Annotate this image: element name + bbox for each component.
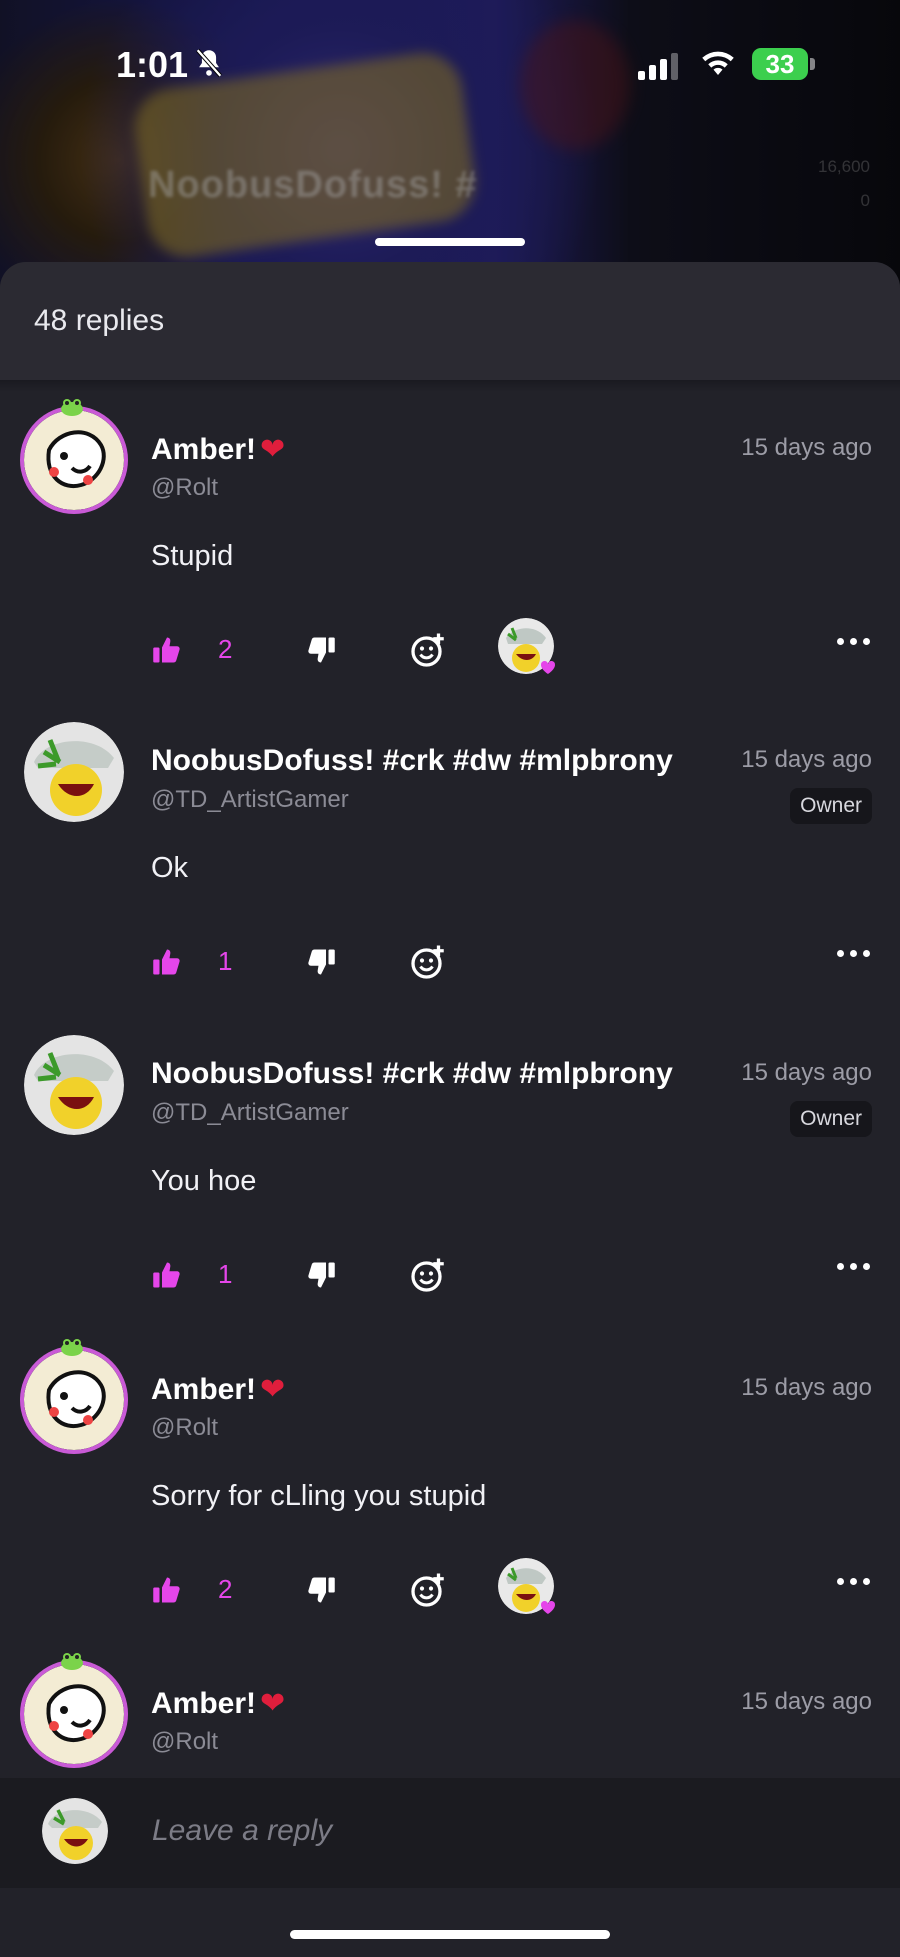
- add-reaction-icon[interactable]: [410, 1572, 446, 1608]
- more-icon[interactable]: [837, 1578, 870, 1585]
- avatar[interactable]: [24, 1350, 124, 1450]
- signal-icon: [638, 50, 678, 80]
- reply-date: 15 days ago: [741, 434, 872, 461]
- thumbs-up-icon[interactable]: [152, 636, 182, 664]
- author-handle[interactable]: @Rolt: [151, 1414, 218, 1442]
- reply-item: Amber! ❤ @Rolt 15 days ago Sorry for cLli…: [0, 1339, 900, 1650]
- bell-slash-icon: [196, 48, 222, 78]
- author-handle[interactable]: @Rolt: [151, 1728, 218, 1756]
- avatar[interactable]: [24, 1035, 124, 1135]
- frog-badge-icon: [61, 399, 83, 416]
- heart-icon: [540, 1600, 556, 1614]
- reply-actions: 2: [0, 618, 900, 684]
- add-reaction-icon[interactable]: [410, 944, 446, 980]
- reaction-avatar[interactable]: [498, 618, 558, 678]
- sheet-grabber[interactable]: [375, 238, 525, 246]
- heart-icon: ❤: [260, 1373, 286, 1406]
- wifi-icon: [702, 51, 734, 75]
- more-icon[interactable]: [837, 638, 870, 645]
- like-count: 1: [218, 1259, 233, 1289]
- author-handle[interactable]: @Rolt: [151, 474, 218, 502]
- author-name[interactable]: NoobusDofuss! #crk #dw #mlpbrony: [151, 1057, 673, 1091]
- reply-actions: 1: [0, 936, 900, 996]
- reply-text: Sorry for cLling you stupid: [151, 1480, 487, 1512]
- author-name[interactable]: Amber! ❤: [151, 1686, 285, 1721]
- reply-composer: Leave a reply: [0, 1778, 900, 1888]
- reply-date: 15 days ago: [741, 1059, 872, 1086]
- reaction-avatar[interactable]: [498, 1558, 558, 1618]
- like-count: 2: [218, 1574, 233, 1604]
- reply-input[interactable]: Leave a reply: [152, 1814, 332, 1848]
- battery-cap: [810, 58, 815, 70]
- frog-badge-icon: [61, 1653, 83, 1670]
- reply-item: NoobusDofuss! #crk #dw #mlpbrony @TD_Art…: [0, 722, 900, 1022]
- thumbs-down-icon[interactable]: [306, 636, 336, 664]
- add-reaction-icon[interactable]: [410, 632, 446, 668]
- like-count: 1: [218, 946, 233, 976]
- replies-sheet: 48 replies Amber! ❤ @Rolt 15 days ago Stu…: [0, 262, 900, 1957]
- header-shadow: [0, 380, 900, 392]
- author-name[interactable]: Amber! ❤: [151, 432, 285, 467]
- avatar[interactable]: [24, 410, 124, 510]
- more-icon[interactable]: [837, 950, 870, 957]
- reply-item: Amber! ❤ @Rolt 15 days ago Stupid 2: [0, 399, 900, 710]
- add-reaction-icon[interactable]: [410, 1257, 446, 1293]
- author-name-text: Amber!: [151, 1373, 257, 1406]
- author-name-text: Amber!: [151, 1687, 257, 1720]
- owner-badge: Owner: [790, 1101, 872, 1137]
- reply-date: 15 days ago: [741, 1374, 872, 1401]
- frog-badge-icon: [61, 1339, 83, 1356]
- heart-icon: ❤: [260, 1687, 286, 1720]
- thumbs-up-icon[interactable]: [152, 1576, 182, 1604]
- owner-badge: Owner: [790, 788, 872, 824]
- thumbs-up-icon[interactable]: [152, 1261, 182, 1289]
- thumbs-up-icon[interactable]: [152, 948, 182, 976]
- thumbs-down-icon[interactable]: [306, 948, 336, 976]
- sheet-header: 48 replies: [0, 262, 900, 380]
- reply-text: You hoe: [151, 1165, 257, 1197]
- battery-icon: 33: [752, 48, 808, 80]
- heart-icon: [540, 660, 556, 674]
- thumbs-down-icon[interactable]: [306, 1261, 336, 1289]
- like-count: 2: [218, 634, 233, 664]
- status-time: 1:01: [116, 44, 189, 85]
- avatar[interactable]: [24, 1664, 124, 1764]
- reply-date: 15 days ago: [741, 1688, 872, 1715]
- author-name[interactable]: NoobusDofuss! #crk #dw #mlpbrony: [151, 744, 673, 778]
- reply-text: Stupid: [151, 540, 234, 572]
- author-handle[interactable]: @TD_ArtistGamer: [151, 1099, 349, 1127]
- author-name[interactable]: Amber! ❤: [151, 1372, 285, 1407]
- reply-actions: 2: [0, 1558, 900, 1624]
- reply-date: 15 days ago: [741, 746, 872, 773]
- author-handle[interactable]: @TD_ArtistGamer: [151, 786, 349, 814]
- thumbs-down-icon[interactable]: [306, 1576, 336, 1604]
- reply-text: Ok: [151, 852, 189, 884]
- status-bar: 1:01 33: [0, 0, 900, 130]
- author-name-text: Amber!: [151, 433, 257, 466]
- home-indicator: [290, 1930, 610, 1939]
- my-avatar: [42, 1798, 108, 1864]
- replies-count: 48 replies: [34, 304, 165, 337]
- avatar[interactable]: [24, 722, 124, 822]
- reply-actions: 1: [0, 1249, 900, 1309]
- heart-icon: ❤: [260, 433, 286, 466]
- reply-item: NoobusDofuss! #crk #dw #mlpbrony @TD_Art…: [0, 1035, 900, 1335]
- more-icon[interactable]: [837, 1263, 870, 1270]
